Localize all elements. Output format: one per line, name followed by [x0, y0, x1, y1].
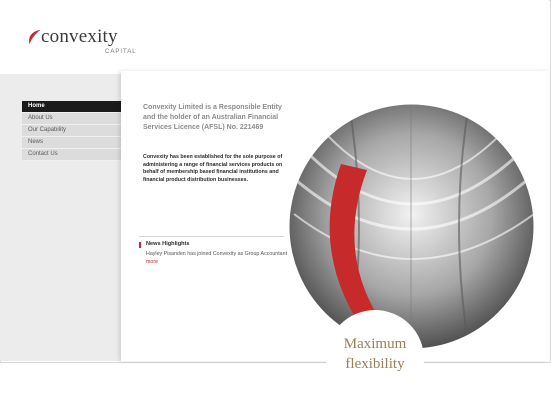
- news-item-text: Hayley Pisanden has joined Convexity as …: [146, 251, 288, 257]
- sidebar-nav: Home About Us Our Capability News Contac…: [22, 101, 121, 161]
- nav-item-contact-us[interactable]: Contact Us: [22, 149, 121, 161]
- nav-item-our-capability[interactable]: Our Capability: [22, 125, 121, 137]
- divider: [139, 236, 284, 237]
- hero-tagline: Maximum flexibility: [326, 310, 424, 408]
- tagline-line2: flexibility: [345, 356, 405, 372]
- news-title: News Highlights: [146, 241, 190, 247]
- nav-item-news[interactable]: News: [22, 137, 121, 149]
- nav-item-home[interactable]: Home: [22, 101, 121, 113]
- content-panel: Convexity Limited is a Responsible Entit…: [121, 71, 549, 408]
- body-text: Convexity has been established for the s…: [143, 154, 283, 183]
- brand-name: convexity: [41, 26, 118, 47]
- tagline-line1: Maximum: [343, 336, 407, 352]
- header: convexity CAPITAL: [0, 0, 549, 74]
- intro-heading: Convexity Limited is a Responsible Entit…: [143, 104, 282, 131]
- nav-item-about-us[interactable]: About Us: [22, 113, 121, 125]
- news-more-link[interactable]: more: [146, 259, 158, 265]
- news-marker: [139, 242, 141, 248]
- brand-logo[interactable]: convexity CAPITAL: [26, 26, 136, 66]
- hero-image: [289, 104, 534, 349]
- news-item: Hayley Pisanden has joined Convexity as …: [146, 251, 296, 266]
- brand-subtitle: CAPITAL: [105, 49, 137, 55]
